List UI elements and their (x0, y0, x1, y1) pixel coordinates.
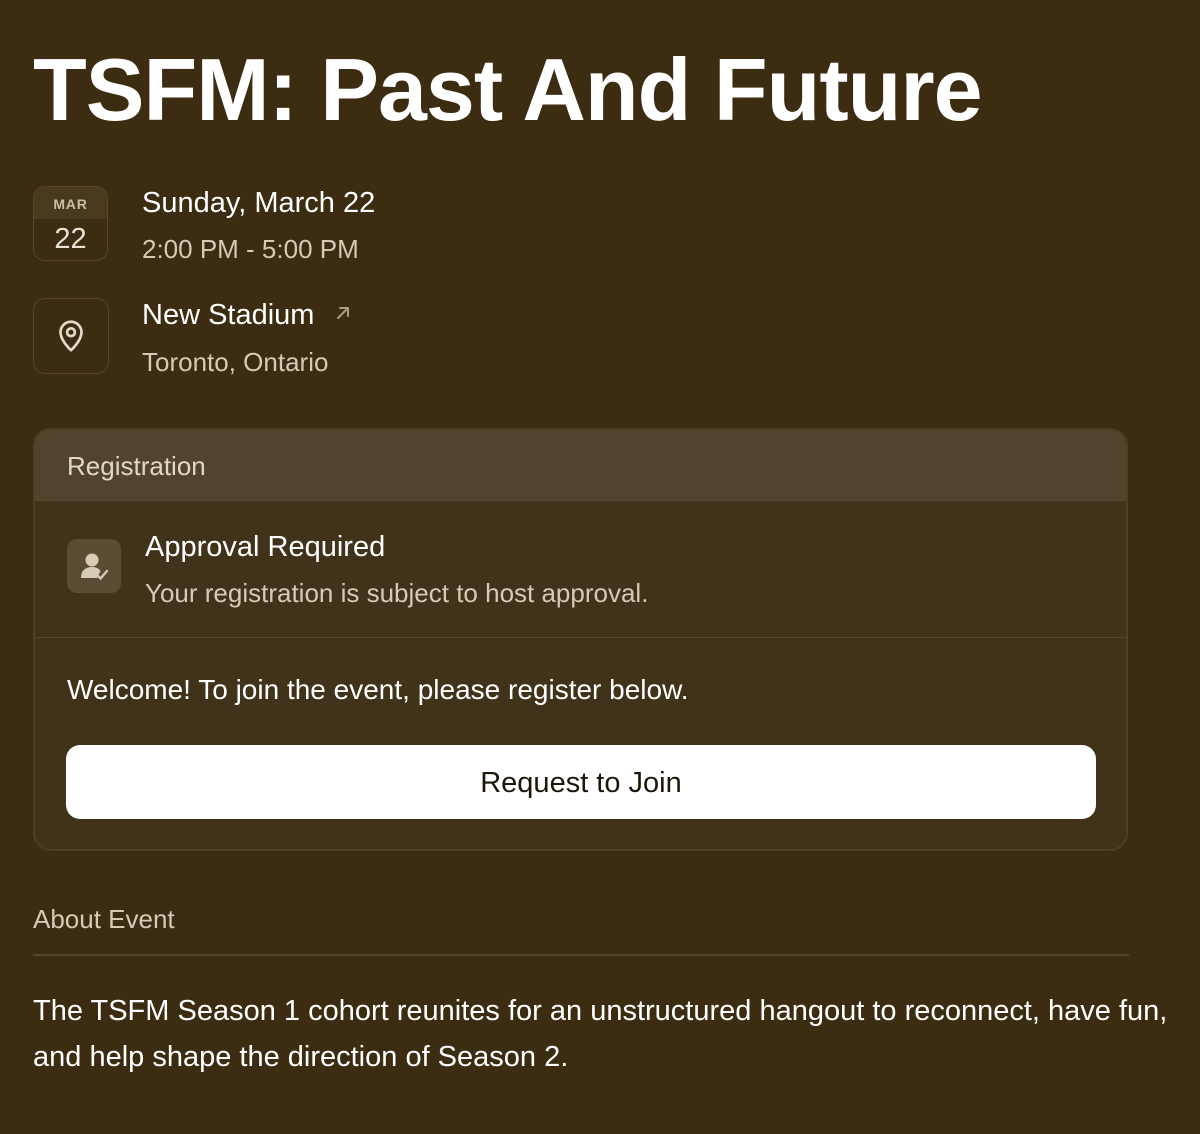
approval-description: Your registration is subject to host app… (145, 578, 649, 608)
date-badge: MAR 22 (33, 186, 108, 261)
welcome-message: Welcome! To join the event, please regis… (67, 674, 689, 705)
date-badge-month: MAR (34, 187, 107, 219)
registration-card: Registration Approval Required Your regi… (33, 428, 1128, 851)
event-title: TSFM: Past And Future (33, 40, 983, 139)
venue-name: New Stadium (142, 299, 315, 331)
registration-header: Registration (35, 430, 1126, 501)
about-divider (33, 954, 1129, 956)
user-check-icon (81, 553, 109, 580)
arrow-up-right-icon (336, 307, 349, 320)
request-to-join-button[interactable]: Request to Join (66, 745, 1096, 819)
about-event-description: The TSFM Season 1 cohort reunites for an… (33, 995, 1168, 1073)
event-time: 2:00 PM - 5:00 PM (142, 234, 359, 264)
approval-section: Approval Required Your registration is s… (35, 501, 1126, 638)
approval-title: Approval Required (145, 531, 386, 563)
event-date: Sunday, March 22 (142, 187, 376, 219)
date-badge-day: 22 (54, 223, 87, 255)
about-event-heading: About Event (33, 904, 175, 934)
map-pin-icon (59, 320, 83, 352)
location-badge (33, 298, 109, 374)
approval-icon-tile (67, 539, 121, 593)
venue-city: Toronto, Ontario (142, 347, 329, 377)
venue-link[interactable]: New Stadium (142, 297, 353, 333)
